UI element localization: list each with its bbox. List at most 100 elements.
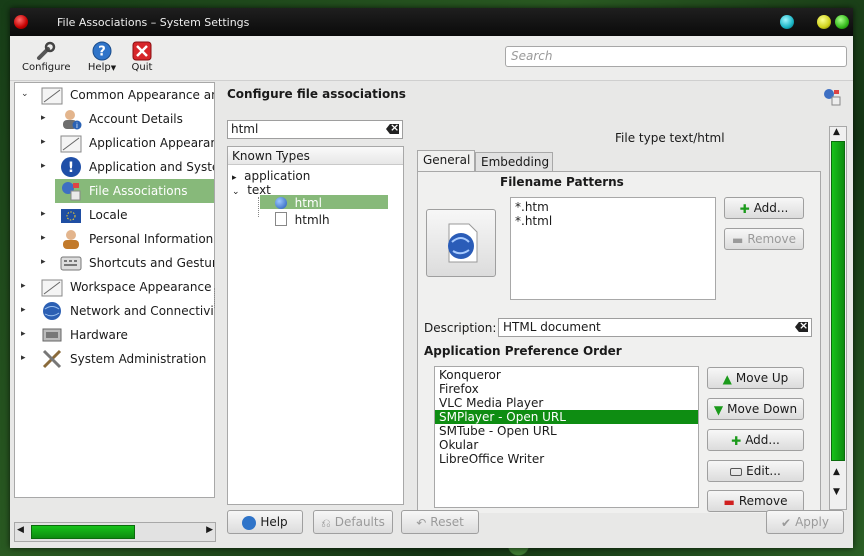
sidebar-item-workspace-appearance[interactable]: ▸ Workspace Appearance and Behavior [15, 275, 214, 299]
appearance-icon [41, 84, 63, 106]
check-icon: ✔ [781, 515, 792, 530]
remove-pattern-button[interactable]: ▬ Remove [724, 228, 804, 250]
chevron-down-icon[interactable]: ⌄ [21, 89, 29, 99]
scroll-down-arrow[interactable]: ▼ [833, 487, 840, 497]
appearance-icon [41, 276, 63, 298]
list-item[interactable]: LibreOffice Writer [435, 452, 698, 466]
sidebar-item-account-details[interactable]: ▸ i Account Details [15, 107, 214, 131]
sidebar-item-shortcuts[interactable]: ▸ Shortcuts and Gestures [15, 251, 214, 275]
window-minimize-button[interactable] [780, 15, 794, 29]
list-item[interactable]: VLC Media Player [435, 396, 698, 410]
window-close-button[interactable] [835, 15, 849, 29]
application-preference-list[interactable]: Konqueror Firefox VLC Media Player SMPla… [434, 366, 699, 508]
known-types-header[interactable]: Known Types [228, 147, 403, 165]
chevron-right-icon[interactable]: ▸ [41, 209, 46, 219]
scroll-right-arrow[interactable]: ▶ [206, 525, 213, 535]
chevron-right-icon[interactable]: ▸ [41, 113, 46, 123]
window-close-red-button[interactable] [14, 15, 28, 29]
help-menu-button[interactable]: ? Help▼ [82, 40, 122, 73]
chevron-down-icon[interactable]: ⌄ [232, 187, 240, 197]
general-tab-panel: Filename Patterns *.htm *.html ✚ Add... ▬… [417, 171, 821, 513]
tree-item-htmlh[interactable]: htmlh [275, 212, 330, 227]
category-tree[interactable]: ⌄ Common Appearance and Behavior ▸ i Acc… [14, 82, 215, 498]
chevron-right-icon[interactable]: ▸ [41, 137, 46, 147]
chevron-right-icon[interactable]: ▸ [41, 233, 46, 243]
svg-text:?: ? [98, 45, 106, 60]
minus-icon: ▬ [731, 232, 744, 247]
edit-application-button[interactable]: Edit... [707, 460, 804, 482]
list-item[interactable]: *.html [511, 214, 715, 228]
list-item[interactable]: SMTube - Open URL [435, 424, 698, 438]
list-item[interactable]: *.htm [511, 200, 715, 214]
chevron-right-icon[interactable]: ▸ [21, 281, 26, 291]
user-icon [60, 228, 82, 250]
list-item[interactable]: Firefox [435, 382, 698, 396]
sidebar-item-network[interactable]: ▸ Network and Connectivity [15, 299, 215, 323]
button-label: Add... [745, 433, 780, 447]
sidebar-item-label: Personal Information [89, 232, 214, 246]
quit-button[interactable]: Quit [128, 40, 156, 73]
tab-general[interactable]: General [417, 150, 475, 171]
scrollbar-thumb[interactable] [831, 141, 845, 461]
chevron-right-icon[interactable]: ▸ [21, 353, 26, 363]
chevron-right-icon[interactable]: ▸ [21, 305, 26, 315]
tab-embedding[interactable]: Embedding [475, 152, 553, 171]
add-pattern-button[interactable]: ✚ Add... [724, 197, 804, 219]
scroll-left-arrow[interactable]: ◀ [17, 525, 24, 535]
warning-icon: ! [60, 156, 82, 178]
chevron-down-icon: ▼ [110, 64, 117, 72]
description-input[interactable]: HTML document [498, 318, 812, 337]
scrollbar-thumb[interactable] [31, 525, 135, 539]
button-label: Move Down [727, 402, 798, 416]
chevron-right-icon[interactable]: ▸ [21, 329, 26, 339]
reset-button[interactable]: ↶ Reset [401, 510, 479, 534]
sidebar-horizontal-scrollbar[interactable]: ◀ ▶ [14, 522, 216, 542]
known-types-filter-input[interactable]: html [227, 120, 403, 139]
clear-description-icon[interactable] [795, 322, 808, 332]
search-input[interactable]: Search [505, 46, 847, 67]
plus-icon: ✚ [731, 433, 742, 448]
sidebar-item-label: File Associations [89, 184, 188, 198]
configure-button[interactable]: Configure [22, 40, 70, 73]
chevron-right-icon[interactable]: ▸ [232, 173, 237, 183]
help-button[interactable]: Help [227, 510, 303, 534]
list-item[interactable]: Konqueror [435, 368, 698, 382]
button-label: Reset [430, 515, 464, 529]
filename-patterns-list[interactable]: *.htm *.html [510, 197, 716, 300]
sidebar-item-system-administration[interactable]: ▸ System Administration [15, 347, 214, 371]
help-whats-this-icon[interactable] [822, 87, 842, 107]
list-item[interactable]: Okular [435, 438, 698, 452]
tree-item-html[interactable]: html [275, 196, 322, 210]
apply-button[interactable]: ✔ Apply [766, 510, 844, 534]
file-associations-panel: Configure file associations html Known T… [217, 82, 847, 513]
clear-filter-icon[interactable] [386, 124, 399, 134]
mime-icon-button[interactable] [426, 209, 496, 277]
sidebar-item-common-appearance[interactable]: ⌄ Common Appearance and Behavior [15, 83, 214, 107]
chevron-right-icon[interactable]: ▸ [41, 161, 46, 171]
window-maximize-button[interactable] [817, 15, 831, 29]
scroll-up-arrow[interactable]: ▲ [833, 127, 840, 137]
main-toolbar: Configure ? Help▼ Quit Search [10, 36, 853, 81]
main-vertical-scrollbar[interactable]: ▲ ▲ ▼ [829, 126, 847, 510]
sidebar-item-notifications[interactable]: ▸ ! Application and System Notifications [15, 155, 214, 179]
sidebar-item-locale[interactable]: ▸ Locale [15, 203, 214, 227]
add-application-button[interactable]: ✚ Add... [707, 429, 804, 451]
move-down-button[interactable]: ▼ Move Down [707, 398, 804, 420]
button-label: Help [260, 515, 288, 529]
sidebar-item-label: Network and Connectivity [70, 304, 215, 318]
tree-item-application[interactable]: ▸ application [232, 169, 310, 183]
scroll-down-arrow[interactable]: ▲ [833, 467, 840, 477]
sidebar-item-file-associations[interactable]: File Associations [55, 179, 214, 203]
chevron-right-icon[interactable]: ▸ [41, 257, 46, 267]
sidebar-item-label: Common Appearance and Behavior [70, 88, 214, 102]
sidebar-item-application-appearance[interactable]: ▸ Application Appearance [15, 131, 214, 155]
title-bar: File Associations – System Settings [10, 8, 853, 36]
move-up-button[interactable]: ▲ Move Up [707, 367, 804, 389]
keyboard-icon [60, 252, 82, 274]
sidebar-item-personal-information[interactable]: ▸ Personal Information [15, 227, 214, 251]
sidebar-item-label: System Administration [70, 352, 207, 366]
quit-icon [131, 40, 153, 62]
sidebar-item-hardware[interactable]: ▸ Hardware [15, 323, 214, 347]
list-item-selected[interactable]: SMPlayer - Open URL [435, 410, 698, 424]
defaults-button[interactable]: ⎌ Defaults [313, 510, 393, 534]
